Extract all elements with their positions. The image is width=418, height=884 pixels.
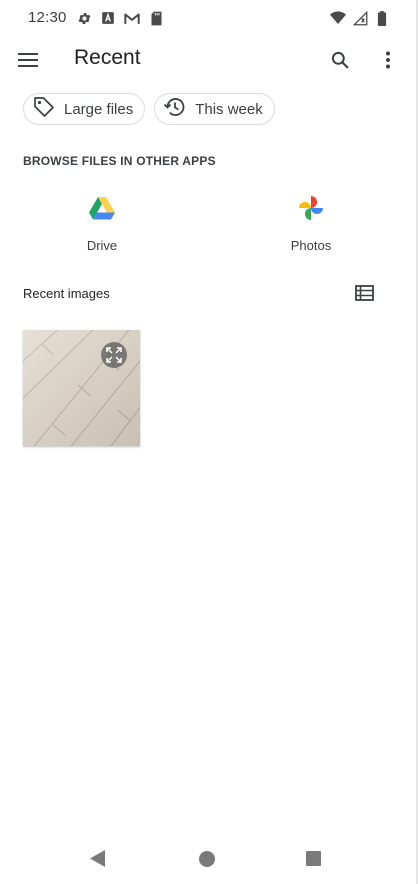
- system-nav-bar: [0, 834, 418, 884]
- settings-icon: [76, 10, 92, 26]
- battery-icon: [374, 10, 390, 26]
- app-drive[interactable]: Drive: [47, 194, 157, 253]
- expand-icon[interactable]: [101, 342, 127, 368]
- signal-icon: [352, 10, 368, 26]
- menu-icon[interactable]: [14, 46, 42, 74]
- app-name: Photos: [290, 238, 332, 253]
- list-view-icon[interactable]: [352, 282, 376, 304]
- text-a-icon: [100, 10, 116, 26]
- sd-card-icon: [148, 10, 164, 26]
- browse-heading: BROWSE FILES IN OTHER APPS: [23, 154, 216, 168]
- chip-label: Large files: [64, 100, 134, 118]
- recents-icon[interactable]: [306, 851, 321, 866]
- more-options-icon[interactable]: [376, 46, 400, 74]
- app-photos[interactable]: Photos: [256, 194, 366, 253]
- status-bar: 12:30: [0, 0, 418, 36]
- back-icon[interactable]: [90, 850, 106, 872]
- recent-images-heading: Recent images: [23, 286, 110, 301]
- google-photos-icon: [297, 194, 325, 222]
- google-drive-icon: [88, 194, 116, 222]
- status-time: 12:30: [28, 9, 67, 26]
- chip-label: This week: [195, 100, 263, 118]
- wifi-icon: [330, 10, 346, 26]
- page-title: Recent: [74, 46, 141, 69]
- app-bar: Recent: [0, 36, 418, 84]
- gmail-icon: [124, 10, 140, 26]
- chip-large-files[interactable]: Large files: [23, 93, 146, 125]
- tag-icon: [32, 95, 56, 123]
- history-icon: [163, 95, 187, 123]
- chip-this-week[interactable]: This week: [154, 93, 275, 125]
- home-icon[interactable]: [199, 851, 215, 867]
- app-name: Drive: [86, 238, 118, 253]
- filter-chips: Large files This week: [23, 93, 275, 125]
- recent-image-thumbnail[interactable]: [23, 330, 140, 446]
- search-icon[interactable]: [326, 46, 354, 74]
